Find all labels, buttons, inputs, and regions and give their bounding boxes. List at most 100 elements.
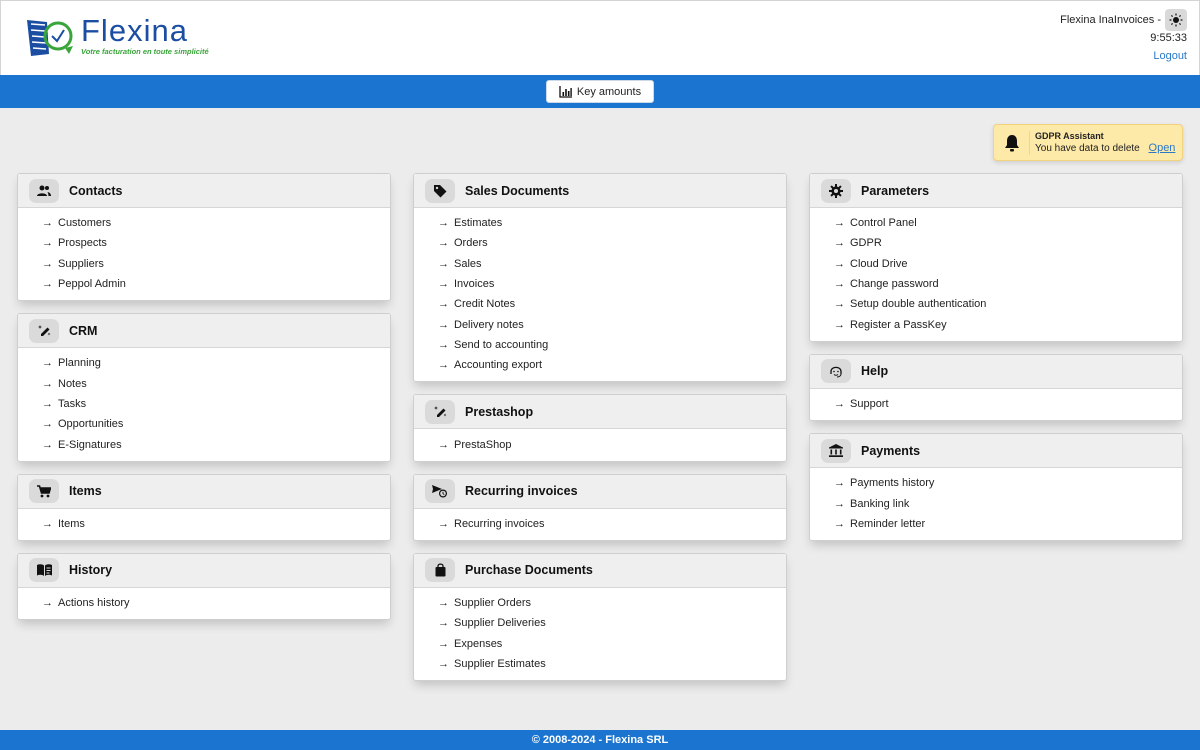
- card-header: Prestashop: [414, 395, 786, 430]
- key-amounts-button[interactable]: Key amounts: [546, 80, 654, 103]
- footer: © 2008-2024 - Flexina SRL: [0, 730, 1200, 750]
- menu-link-accounting-export[interactable]: → Accounting export: [438, 355, 786, 375]
- menu-link-label: Recurring invoices: [454, 517, 545, 530]
- logout-link[interactable]: Logout: [1060, 50, 1187, 62]
- card-header: History: [18, 553, 390, 588]
- card-contacts: Contacts → Customers → Prospects → Suppliers → P…: [17, 173, 391, 302]
- menu-link-invoices[interactable]: → Invoices: [438, 274, 786, 294]
- arrow-right-icon: →: [42, 517, 53, 530]
- card-sales-documents: Sales Documents → Estimates → Orders → Sales → I…: [413, 173, 787, 383]
- card-header: Help: [810, 354, 1182, 389]
- gdpr-title: GDPR Assistant: [1035, 131, 1104, 141]
- arrow-right-icon: →: [42, 217, 53, 230]
- menu-link-items[interactable]: → Items: [42, 514, 390, 534]
- shopping-bag-icon: [425, 558, 455, 583]
- menu-link-send-to-accounting[interactable]: → Send to accounting: [438, 335, 786, 355]
- menu-link-notes[interactable]: → Notes: [42, 373, 390, 393]
- menu-link-control-panel[interactable]: → Control Panel: [834, 213, 1182, 233]
- logo-name: Flexina: [81, 13, 188, 48]
- bell-icon: [1004, 134, 1019, 151]
- arrow-right-icon: →: [438, 278, 449, 291]
- menu-link-opportunities[interactable]: → Opportunities: [42, 414, 390, 434]
- arrow-right-icon: →: [438, 617, 449, 630]
- menu-link-label: Orders: [454, 237, 488, 250]
- menu-link-prospects[interactable]: → Prospects: [42, 233, 390, 253]
- key-amounts-label: Key amounts: [576, 85, 642, 98]
- arrow-right-icon: →: [834, 278, 845, 291]
- tag-icon: [425, 178, 455, 203]
- menu-link-label: Register a PassKey: [850, 318, 947, 331]
- menu-link-label: Invoices: [454, 278, 495, 291]
- menu-link-change-password[interactable]: → Change password: [834, 274, 1182, 294]
- menu-link-support[interactable]: → Support: [834, 394, 1182, 414]
- gdpr-open-link[interactable]: Open: [1149, 142, 1176, 154]
- card-title: Prestashop: [465, 404, 534, 419]
- arrow-right-icon: →: [438, 359, 449, 372]
- menu-link-label: Change password: [850, 278, 939, 291]
- arrow-right-icon: →: [834, 397, 845, 410]
- menu-link-peppol-admin[interactable]: → Peppol Admin: [42, 274, 390, 294]
- menu-link-sales[interactable]: → Sales: [438, 254, 786, 274]
- menu-link-label: PrestaShop: [454, 438, 512, 451]
- arrow-right-icon: →: [42, 377, 53, 390]
- menu-link-credit-notes[interactable]: → Credit Notes: [438, 294, 786, 314]
- arrow-right-icon: →: [438, 438, 449, 451]
- menu-link-reminder-letter[interactable]: → Reminder letter: [834, 514, 1182, 534]
- menu-link-tasks[interactable]: → Tasks: [42, 394, 390, 414]
- arrow-right-icon: →: [438, 338, 449, 351]
- menu-link-label: Send to accounting: [454, 338, 549, 351]
- menu-link-label: Accounting export: [454, 359, 543, 372]
- arrow-right-icon: →: [834, 217, 845, 230]
- arrow-right-icon: →: [438, 217, 449, 230]
- app-header: Flexina Votre facturation en toute simpl…: [0, 0, 1200, 75]
- edit-sparkle-icon: [425, 399, 455, 424]
- menu-link-label: Customers: [58, 217, 112, 230]
- card-title: CRM: [69, 323, 98, 338]
- theme-toggle-button[interactable]: [1165, 9, 1187, 31]
- card-header: CRM: [18, 314, 390, 349]
- menu-link-label: Control Panel: [850, 217, 917, 230]
- menu-link-label: GDPR: [850, 237, 882, 250]
- menu-link-supplier-orders[interactable]: → Supplier Orders: [438, 593, 786, 613]
- menu-link-estimates[interactable]: → Estimates: [438, 213, 786, 233]
- card-title: Parameters: [861, 183, 930, 198]
- arrow-right-icon: →: [834, 298, 845, 311]
- menu-link-cloud-drive[interactable]: → Cloud Drive: [834, 254, 1182, 274]
- card-title: Contacts: [69, 183, 123, 198]
- menu-link-customers[interactable]: → Customers: [42, 213, 390, 233]
- menu-link-label: Items: [58, 517, 85, 530]
- menu-link-setup-double-authentication[interactable]: → Setup double authentication: [834, 294, 1182, 314]
- menu-link-gdpr[interactable]: → GDPR: [834, 233, 1182, 253]
- card-crm: CRM → Planning → Notes → Tasks → Opportunities → E…: [17, 313, 391, 462]
- menu-link-prestashop[interactable]: → PrestaShop: [438, 434, 786, 454]
- card-header: Purchase Documents: [414, 553, 786, 588]
- menu-link-label: Suppliers: [58, 257, 104, 270]
- menu-link-delivery-notes[interactable]: → Delivery notes: [438, 314, 786, 334]
- card-payments: Payments → Payments history → Banking link → R…: [809, 433, 1183, 541]
- menu-link-supplier-estimates[interactable]: → Supplier Estimates: [438, 654, 786, 674]
- logo-tagline: Votre facturation en toute simplicité: [81, 47, 209, 56]
- menu-link-orders[interactable]: → Orders: [438, 233, 786, 253]
- book-icon: [29, 558, 59, 583]
- arrow-right-icon: →: [438, 257, 449, 270]
- menu-link-payments-history[interactable]: → Payments history: [834, 473, 1182, 493]
- arrow-right-icon: →: [834, 257, 845, 270]
- headset-icon: [821, 359, 851, 384]
- menu-link-planning[interactable]: → Planning: [42, 353, 390, 373]
- menu-link-supplier-deliveries[interactable]: → Supplier Deliveries: [438, 613, 786, 633]
- card-header: Parameters: [810, 174, 1182, 208]
- menu-link-expenses[interactable]: → Expenses: [438, 634, 786, 654]
- flexina-logo[interactable]: Flexina Votre facturation en toute simpl…: [25, 13, 209, 58]
- menu-link-suppliers[interactable]: → Suppliers: [42, 254, 390, 274]
- arrow-right-icon: →: [42, 278, 53, 291]
- menu-link-register-a-passkey[interactable]: → Register a PassKey: [834, 314, 1182, 334]
- menu-link-actions-history[interactable]: → Actions history: [42, 593, 390, 613]
- arrow-right-icon: →: [438, 237, 449, 250]
- menu-link-label: Opportunities: [58, 418, 124, 431]
- arrow-right-icon: →: [438, 517, 449, 530]
- menu-link-banking-link[interactable]: → Banking link: [834, 493, 1182, 513]
- menu-link-e-signatures[interactable]: → E-Signatures: [42, 434, 390, 454]
- card-help: Help → Support: [809, 353, 1183, 422]
- card-title: History: [69, 563, 113, 578]
- menu-link-recurring-invoices[interactable]: → Recurring invoices: [438, 514, 786, 534]
